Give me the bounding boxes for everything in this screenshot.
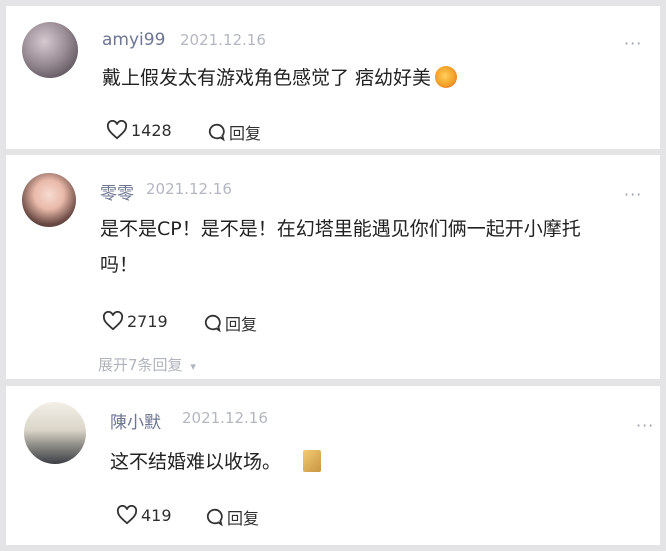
comment-username[interactable]: amyi99 <box>102 30 165 50</box>
comment-text: 这不结婚难以收场。 <box>110 444 322 480</box>
speech-bubble-icon <box>208 123 225 142</box>
speech-bubble-icon <box>204 314 221 333</box>
comment-text-content: 戴上假发太有游戏角色感觉了 痞幼好美 <box>102 67 432 89</box>
expand-replies-button[interactable]: 展开7条回复 ▾ <box>98 354 196 375</box>
heart-icon <box>102 311 124 331</box>
comment-card: 陳小默 2021.12.16 ··· 这不结婚难以收场。 419 回复 <box>6 386 660 545</box>
comment-card: amyi99 2021.12.16 ··· 戴上假发太有游戏角色感觉了 痞幼好美… <box>6 6 660 149</box>
expand-replies-label: 展开7条回复 <box>98 356 183 374</box>
comment-text-line: 吗！ <box>100 254 139 276</box>
reply-button[interactable]: 回复 <box>204 505 259 529</box>
like-button[interactable]: 419 <box>116 505 172 525</box>
reply-label: 回复 <box>225 315 258 334</box>
speech-bubble-icon <box>206 508 223 527</box>
sticker-emoji-icon <box>303 450 322 472</box>
comment-text-content: 这不结婚难以收场。 <box>110 451 282 473</box>
comment-text-line: 是不是CP！是不是！在幻塔里能遇见你们俩一起开小摩托 <box>100 218 581 240</box>
like-count: 2719 <box>127 311 168 331</box>
like-count: 419 <box>141 505 172 525</box>
more-options-icon[interactable]: ··· <box>636 416 654 435</box>
reply-button[interactable]: 回复 <box>206 120 261 144</box>
chevron-down-icon: ▾ <box>190 360 196 373</box>
avatar[interactable] <box>22 22 78 78</box>
reply-label: 回复 <box>229 124 262 143</box>
comment-username[interactable]: 零零 <box>100 179 134 204</box>
avatar[interactable] <box>22 173 76 227</box>
comment-text: 是不是CP！是不是！在幻塔里能遇见你们俩一起开小摩托 吗！ <box>100 211 581 283</box>
comment-text: 戴上假发太有游戏角色感觉了 痞幼好美 <box>102 60 458 96</box>
comment-date: 2021.12.16 <box>182 409 268 427</box>
comment-username[interactable]: 陳小默 <box>110 408 161 433</box>
comment-card: 零零 2021.12.16 ··· 是不是CP！是不是！在幻塔里能遇见你们俩一起… <box>6 155 660 379</box>
comment-date: 2021.12.16 <box>180 31 266 49</box>
like-count: 1428 <box>131 120 172 140</box>
reply-button[interactable]: 回复 <box>202 311 257 335</box>
avatar[interactable] <box>24 402 86 464</box>
like-button[interactable]: 1428 <box>106 120 172 140</box>
more-options-icon[interactable]: ··· <box>624 34 642 53</box>
comment-date: 2021.12.16 <box>146 180 232 198</box>
heart-eyes-emoji-icon <box>435 66 458 88</box>
heart-icon <box>116 505 138 525</box>
heart-icon <box>106 120 128 140</box>
like-button[interactable]: 2719 <box>102 311 168 331</box>
more-options-icon[interactable]: ··· <box>624 185 642 204</box>
reply-label: 回复 <box>227 509 260 528</box>
